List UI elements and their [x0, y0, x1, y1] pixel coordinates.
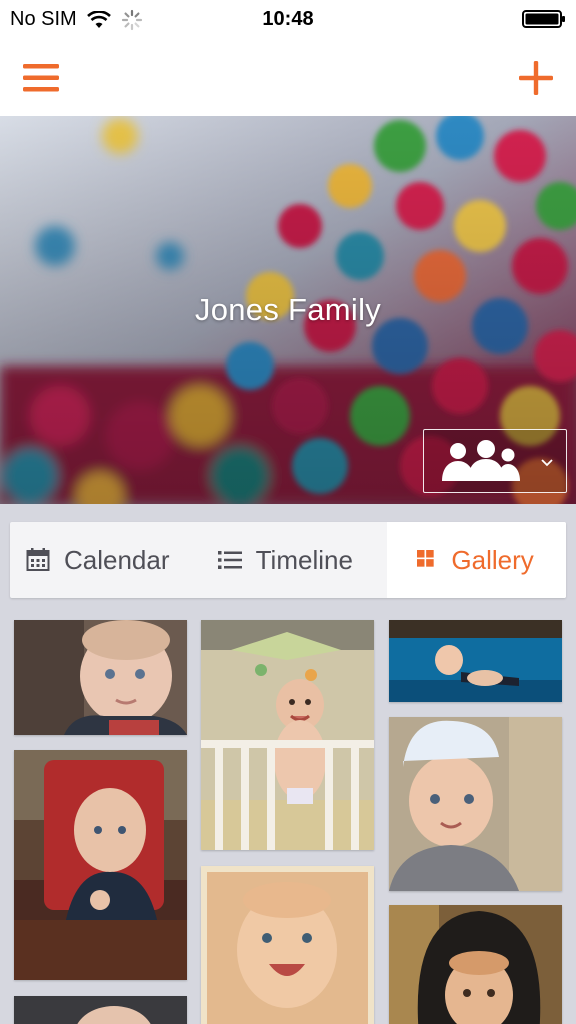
photo-gallery — [0, 604, 576, 1024]
status-bar: No SIM 10:48 — [0, 0, 576, 38]
add-button[interactable] — [514, 56, 558, 100]
view-tabs: Calendar Timeline Gallery — [10, 522, 566, 598]
family-cover-banner: Jones Family — [0, 116, 576, 504]
family-members-dropdown[interactable] — [423, 429, 567, 493]
tab-timeline[interactable]: Timeline — [200, 522, 388, 598]
plus-icon — [519, 61, 553, 95]
gallery-photo[interactable] — [389, 620, 562, 702]
hamburger-icon — [23, 64, 59, 92]
gallery-photo[interactable] — [389, 717, 562, 891]
tab-calendar[interactable]: Calendar — [10, 522, 200, 598]
photo-icon — [201, 620, 374, 850]
chevron-down-icon — [541, 459, 553, 467]
family-name-title: Jones Family — [194, 292, 382, 327]
gallery-photo[interactable] — [201, 866, 374, 1024]
battery-icon — [522, 10, 565, 28]
photo-icon — [389, 717, 562, 891]
clock: 10:48 — [262, 8, 314, 30]
gallery-photo[interactable] — [201, 620, 374, 850]
photo-icon — [201, 866, 374, 1024]
photo-icon — [14, 620, 187, 735]
grid-icon — [417, 550, 435, 567]
group-icon — [442, 440, 520, 481]
photo-icon — [389, 620, 562, 702]
photo-icon — [14, 996, 187, 1024]
tab-calendar-label: Calendar — [64, 544, 170, 575]
tab-gallery[interactable]: Gallery — [387, 522, 566, 598]
menu-button[interactable] — [19, 56, 63, 100]
gallery-photo[interactable] — [14, 996, 187, 1024]
gallery-photo[interactable] — [14, 750, 187, 980]
photo-icon — [389, 905, 562, 1024]
gallery-photo[interactable] — [389, 905, 562, 1024]
nav-bar — [0, 38, 576, 117]
list-icon — [217, 551, 242, 569]
photo-icon — [14, 750, 187, 980]
tab-timeline-label: Timeline — [255, 544, 353, 575]
calendar-icon — [26, 548, 50, 571]
tab-gallery-label: Gallery — [451, 544, 534, 575]
gallery-photo[interactable] — [14, 620, 187, 735]
